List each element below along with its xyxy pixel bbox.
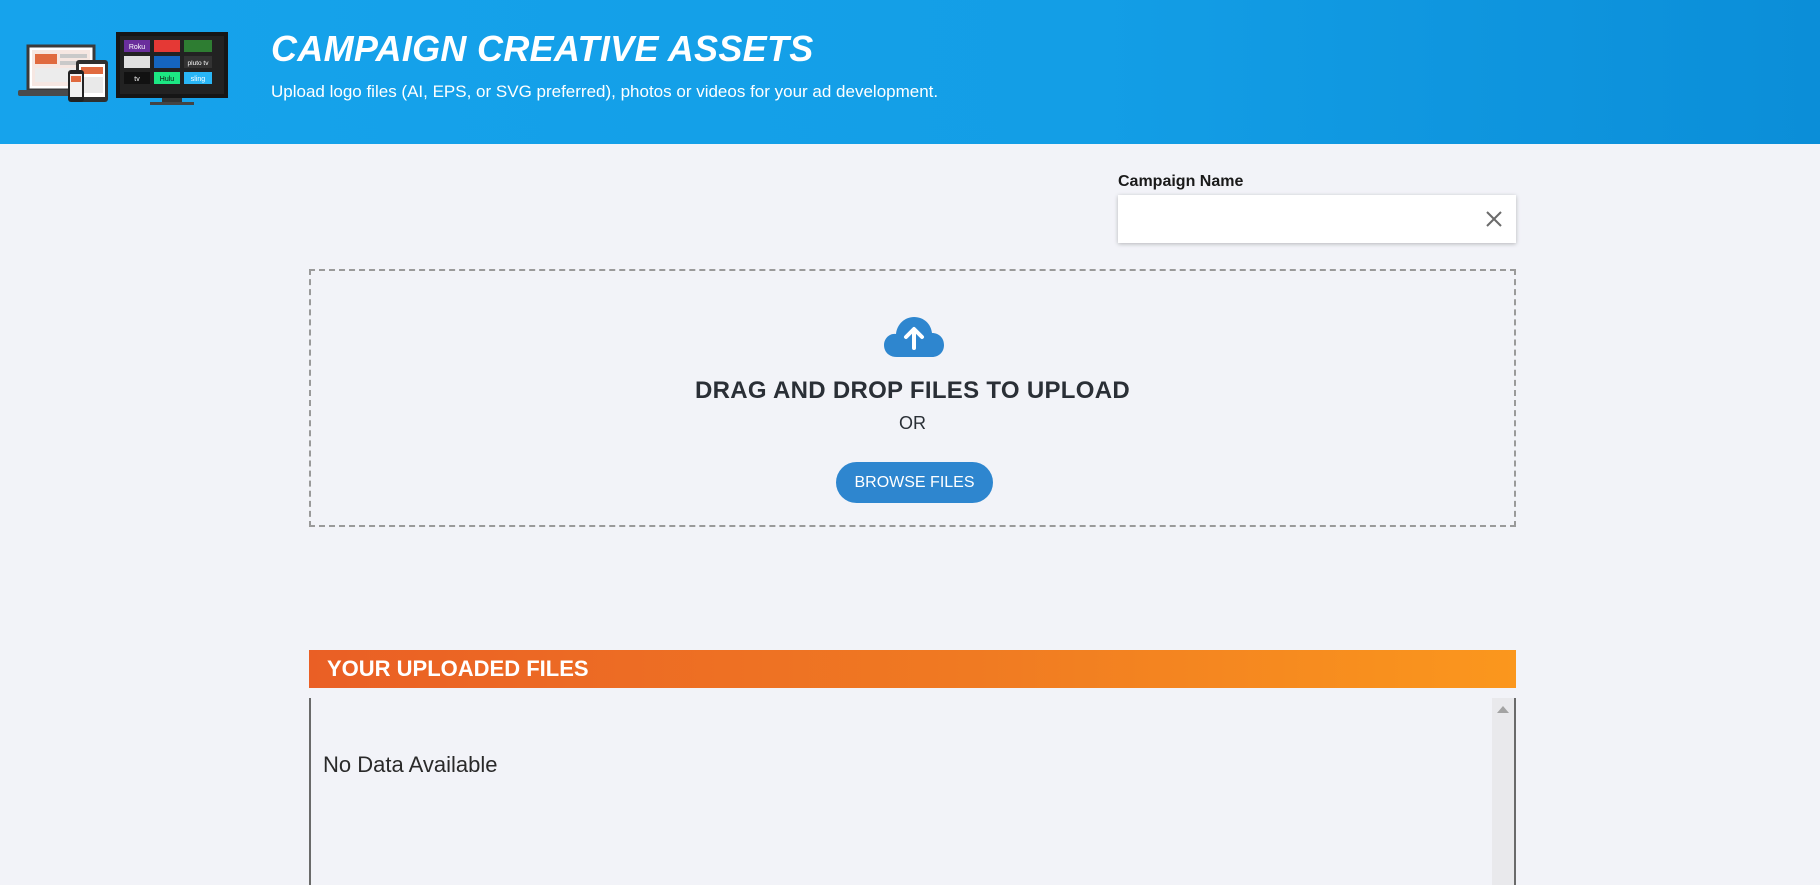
scroll-up-arrow-icon[interactable] — [1497, 706, 1509, 713]
svg-text:tv: tv — [134, 76, 140, 83]
campaign-name-label: Campaign Name — [1118, 173, 1244, 190]
svg-text:Hulu: Hulu — [160, 76, 175, 83]
close-icon — [1486, 211, 1502, 227]
devices-streaming-icon: Roku pluto tv tv Hulu sling — [18, 32, 228, 105]
browse-files-button[interactable]: BROWSE FILES — [836, 462, 993, 503]
page-subtitle: Upload logo files (AI, EPS, or SVG prefe… — [271, 82, 939, 101]
empty-state-text: No Data Available — [323, 752, 498, 777]
dropzone-title: DRAG AND DROP FILES TO UPLOAD — [695, 377, 1130, 404]
svg-text:sling: sling — [191, 76, 206, 83]
svg-text:pluto tv: pluto tv — [188, 60, 210, 67]
campaign-name-field — [1118, 195, 1516, 243]
page-header: Roku pluto tv tv Hulu sling CAMPAIGN CRE… — [0, 0, 1820, 144]
campaign-name-input[interactable] — [1118, 195, 1468, 243]
cloud-upload-icon — [884, 317, 944, 357]
dropzone-or-text: OR — [899, 413, 926, 433]
file-dropzone[interactable]: DRAG AND DROP FILES TO UPLOAD OR BROWSE … — [309, 269, 1516, 527]
uploaded-files-list: No Data Available — [309, 698, 1516, 885]
uploaded-files-header: YOUR UPLOADED FILES — [309, 650, 1516, 688]
files-scrollbar[interactable] — [1492, 698, 1514, 885]
clear-campaign-button[interactable] — [1480, 205, 1508, 233]
svg-text:Roku: Roku — [129, 44, 145, 51]
page-title: CAMPAIGN CREATIVE ASSETS — [271, 28, 814, 69]
